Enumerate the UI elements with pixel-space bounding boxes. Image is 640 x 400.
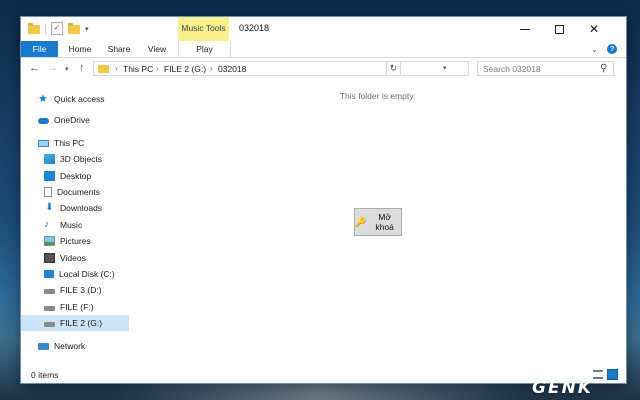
sidebar-item-label: Music	[60, 220, 83, 230]
tab-view[interactable]: View	[136, 41, 178, 57]
unlock-button-label: Mở khoá	[375, 212, 394, 232]
sidebar-item-label: Desktop	[60, 171, 92, 181]
breadcrumb-chevron-icon[interactable]: ›	[156, 64, 159, 73]
expand-ribbon-chevron-icon[interactable]: ⌄	[591, 45, 598, 54]
close-button[interactable]: ✕	[577, 17, 611, 41]
file-list[interactable]: This folder is empty. 🔑 Mở khoá	[129, 80, 626, 367]
forward-arrow-icon[interactable]: →	[47, 62, 58, 74]
sidebar-item-label: Network	[54, 341, 86, 351]
download-icon: ⬇	[45, 202, 54, 213]
sidebar-item-quick-access[interactable]: ★ Quick access	[21, 91, 129, 107]
breadcrumb-chevron-icon[interactable]: ›	[210, 64, 213, 73]
maximize-button[interactable]	[542, 17, 576, 41]
sidebar-item-label: FILE 2 (G:)	[60, 318, 103, 328]
drive-icon	[44, 289, 55, 294]
network-icon	[38, 342, 49, 350]
cloud-icon	[38, 118, 49, 124]
unlock-button[interactable]: 🔑 Mở khoá	[354, 208, 402, 236]
navigation-bar: ← → ▾ ↑ › This PC › FILE 2 (G:) › 032018…	[21, 58, 626, 80]
sidebar-item-label: FILE (F:)	[60, 302, 94, 312]
sidebar-item-label: Videos	[60, 253, 86, 263]
tab-share[interactable]: Share	[102, 41, 136, 57]
tab-file[interactable]: File	[21, 41, 58, 57]
sidebar-item-label: OneDrive	[54, 115, 90, 125]
folder-icon	[98, 65, 109, 73]
breadcrumb-folder[interactable]: 032018	[218, 64, 246, 74]
quick-access-toolbar: ✓ ▾	[28, 22, 89, 35]
sidebar-item-desktop[interactable]: Desktop	[21, 168, 129, 184]
refresh-icon: ↻	[389, 63, 398, 73]
desktop-icon	[44, 171, 55, 181]
tab-home[interactable]: Home	[58, 41, 102, 57]
close-icon: ✕	[588, 22, 600, 36]
large-icons-view-icon[interactable]	[607, 369, 618, 380]
computer-icon	[38, 139, 49, 147]
file-explorer-window: ✓ ▾ Music Tools 032018 ✕ File Home Share…	[20, 16, 627, 384]
sidebar-item-label: This PC	[54, 138, 85, 148]
details-view-icon[interactable]	[593, 370, 603, 379]
title-bar: ✓ ▾ Music Tools 032018 ✕	[21, 17, 626, 41]
properties-icon[interactable]: ✓	[51, 22, 63, 35]
customize-toolbar-chevron-icon[interactable]: ▾	[85, 25, 89, 33]
sidebar-item-videos[interactable]: Videos	[21, 250, 129, 266]
sidebar-item-label: Pictures	[60, 236, 91, 246]
toolbar-divider	[45, 23, 46, 34]
minimize-icon	[520, 28, 530, 30]
recent-locations-chevron-icon[interactable]: ▾	[65, 65, 69, 73]
sidebar-item-pictures[interactable]: Pictures	[21, 233, 129, 249]
item-count: 0 items	[31, 370, 59, 380]
search-icon[interactable]: ⚲	[600, 63, 607, 74]
breadcrumb-this-pc[interactable]: This PC	[123, 64, 153, 74]
refresh-button[interactable]: ↻	[386, 61, 401, 76]
star-icon: ★	[38, 93, 48, 105]
cube-icon	[44, 154, 55, 164]
sidebar-item-file-f[interactable]: FILE (F:)	[21, 299, 129, 315]
back-arrow-icon[interactable]: ←	[29, 62, 40, 74]
search-input[interactable]	[483, 64, 593, 74]
maximize-icon	[554, 24, 564, 34]
sidebar-item-music[interactable]: ♪ Music	[21, 217, 129, 233]
new-folder-icon[interactable]	[68, 23, 80, 34]
video-icon	[44, 253, 55, 263]
music-tools-label: Music Tools	[181, 23, 226, 33]
windows-drive-icon	[44, 270, 54, 278]
folder-icon	[28, 23, 40, 34]
sidebar-item-file-3-d[interactable]: FILE 3 (D:)	[21, 282, 129, 298]
picture-icon	[44, 236, 55, 246]
genk-watermark: GENK	[532, 378, 593, 398]
drive-icon	[44, 322, 55, 327]
up-arrow-icon[interactable]: ↑	[79, 62, 85, 74]
sidebar-item-label: Downloads	[60, 203, 103, 213]
ribbon-tabs: File Home Share View Play ⌄ ?	[21, 41, 626, 58]
sidebar-item-file-2-g[interactable]: FILE 2 (G:)	[21, 315, 129, 331]
minimize-button[interactable]	[508, 17, 542, 41]
sidebar-item-documents[interactable]: Documents	[21, 184, 129, 200]
sidebar-item-3d-objects[interactable]: 3D Objects	[21, 151, 129, 167]
search-box[interactable]: ⚲	[477, 61, 614, 76]
music-icon: ♪	[44, 219, 49, 230]
help-icon[interactable]: ?	[607, 44, 617, 54]
address-bar[interactable]: › This PC › FILE 2 (G:) › 032018 ▾	[93, 61, 469, 76]
sidebar-item-downloads[interactable]: ⬇ Downloads	[21, 200, 129, 216]
drive-icon	[44, 306, 55, 311]
sidebar-item-label: 3D Objects	[60, 154, 103, 164]
window-title: 032018	[239, 23, 270, 33]
navigation-pane: ★ Quick access OneDrive This PC 3D Objec…	[21, 80, 129, 367]
breadcrumb-chevron-icon[interactable]: ›	[115, 64, 118, 73]
sidebar-item-label: Local Disk (C:)	[59, 269, 115, 279]
empty-folder-message: This folder is empty.	[339, 91, 416, 101]
sidebar-item-network[interactable]: Network	[21, 338, 129, 354]
key-icon: 🔑	[355, 216, 367, 227]
sidebar-item-this-pc[interactable]: This PC	[21, 135, 129, 151]
sidebar-item-label: Quick access	[54, 94, 105, 104]
sidebar-item-label: Documents	[57, 187, 100, 197]
sidebar-item-label: FILE 3 (D:)	[60, 285, 102, 295]
sidebar-item-onedrive[interactable]: OneDrive	[21, 112, 129, 128]
tab-play[interactable]: Play	[178, 41, 231, 57]
breadcrumb-drive[interactable]: FILE 2 (G:)	[164, 64, 206, 74]
document-icon	[44, 187, 52, 197]
sidebar-item-local-disk-c[interactable]: Local Disk (C:)	[21, 266, 129, 282]
address-history-chevron-icon[interactable]: ▾	[443, 64, 447, 72]
